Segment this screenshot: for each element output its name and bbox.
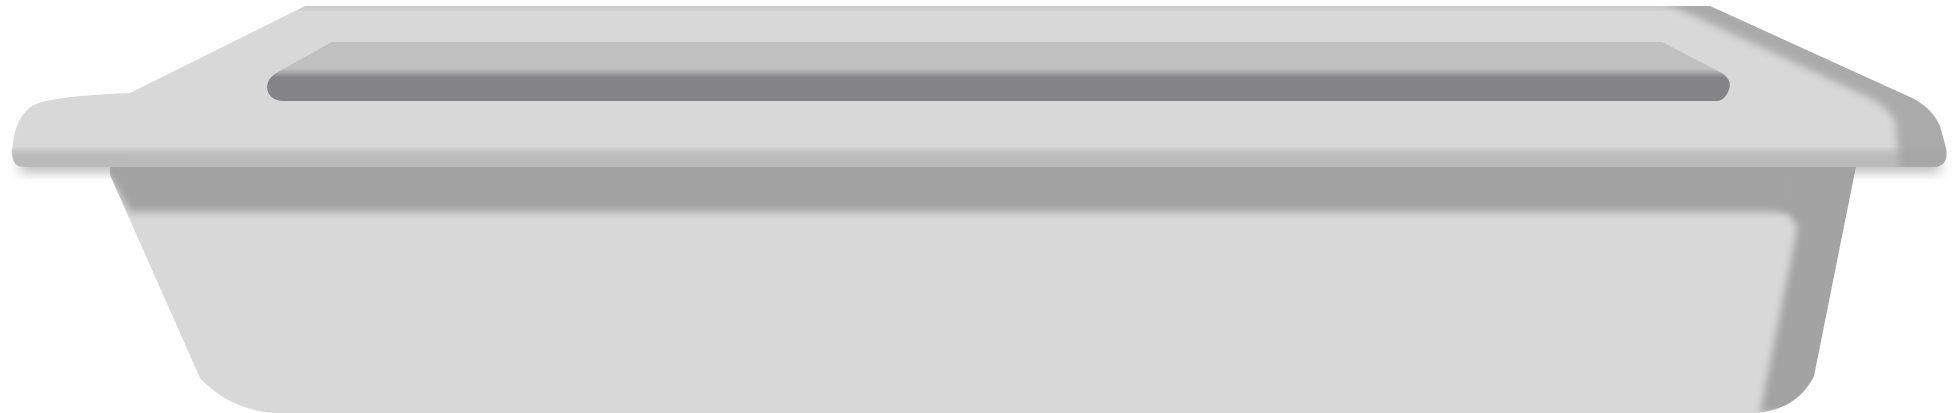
- tray-basin: [110, 166, 1856, 413]
- lid-slot-inner-shadow: [279, 80, 1720, 94]
- lid-top-shading: [300, 6, 1710, 10]
- tray-svg: [12, 6, 1947, 413]
- tray-lid: [12, 6, 1947, 172]
- tray-illustration: [0, 0, 1958, 413]
